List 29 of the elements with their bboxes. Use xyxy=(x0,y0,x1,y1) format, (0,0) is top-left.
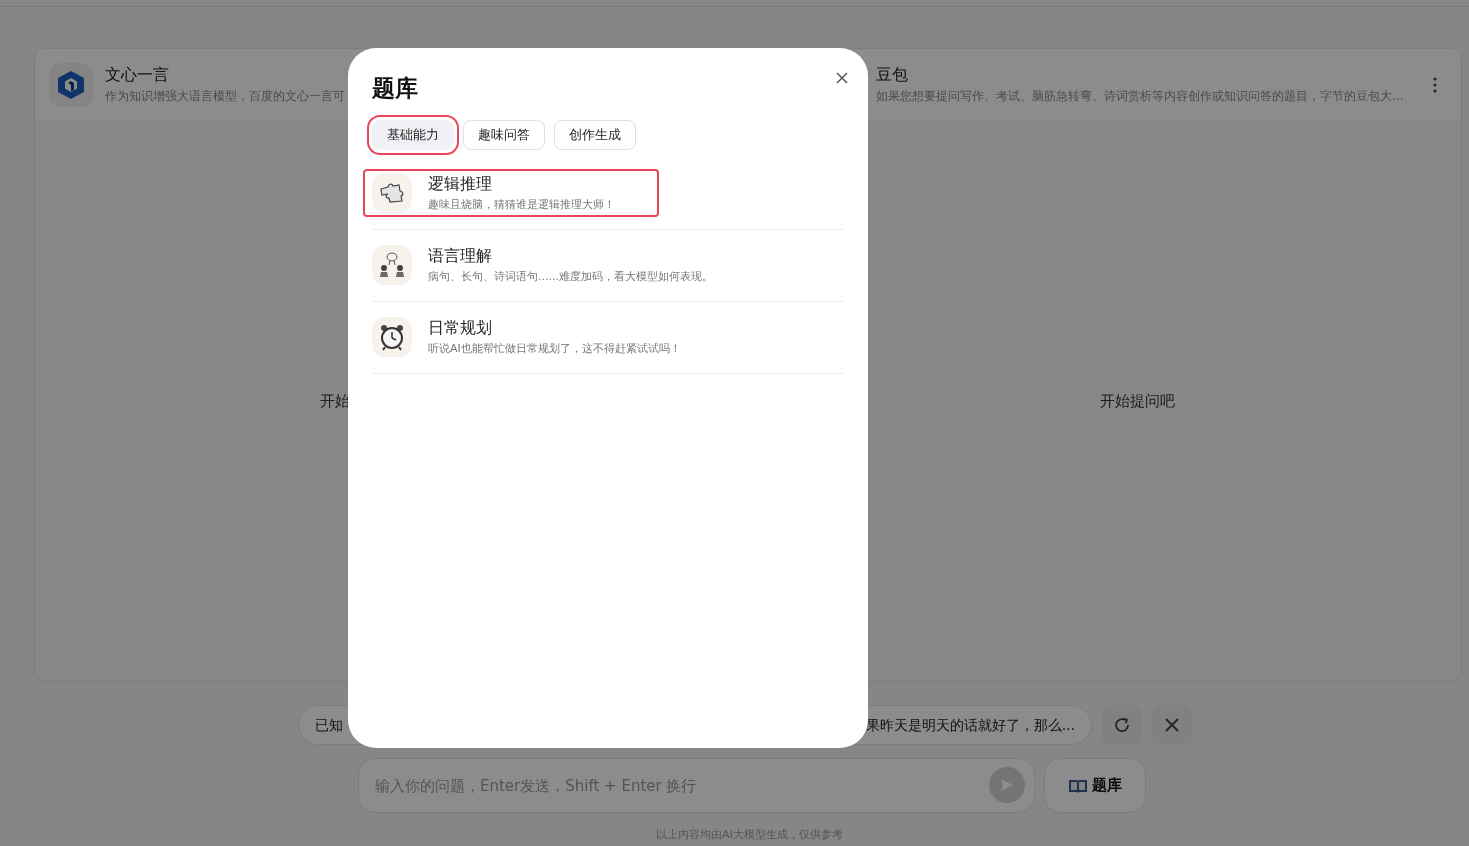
empty-state-text: 开始提问吧 xyxy=(1099,391,1175,413)
question-category-item[interactable]: 语言理解 病句、长句、诗词语句......难度加码，看大模型如何表现。 xyxy=(372,229,844,302)
category-description: 听说AI也能帮忙做日常规划了，这不得赶紧试试吗！ xyxy=(428,340,681,357)
close-icon xyxy=(1164,717,1180,733)
category-description: 趣味且烧脑，猜猜谁是逻辑推理大师！ xyxy=(428,196,615,213)
question-category-item[interactable]: 逻辑推理 趣味且烧脑，猜猜谁是逻辑推理大师！ xyxy=(372,157,844,230)
question-category-item[interactable]: 日常规划 听说AI也能帮忙做日常规划了，这不得赶紧试试吗！ xyxy=(372,301,844,374)
refresh-icon xyxy=(1113,716,1131,734)
category-title: 语言理解 xyxy=(428,244,493,267)
model-description: 如果您想要提问写作、考试、脑筋急转弯、诗词赏析等内容创作或知识问答的题目，字节的豆包大... xyxy=(876,88,1404,105)
puzzle-icon xyxy=(372,173,412,213)
category-tab[interactable]: 趣味问答 xyxy=(463,119,545,150)
model-logo xyxy=(49,63,93,107)
model-name: 豆包 xyxy=(876,65,908,85)
model-name: 文心一言 xyxy=(105,65,169,85)
category-title: 日常规划 xyxy=(428,316,493,339)
people-talking-icon xyxy=(372,245,412,285)
category-tab[interactable]: 创作生成 xyxy=(554,119,636,150)
more-icon xyxy=(1433,77,1437,93)
question-bank-button[interactable]: 题库 xyxy=(1044,758,1146,813)
category-title: 逻辑推理 xyxy=(428,172,493,195)
send-icon xyxy=(999,777,1015,793)
dialog-title: 题库 xyxy=(372,74,418,103)
dismiss-button[interactable] xyxy=(1152,705,1192,745)
alarm-clock-icon xyxy=(372,317,412,357)
refresh-button[interactable] xyxy=(1102,705,1142,745)
book-icon xyxy=(1068,777,1088,794)
category-description: 病句、长句、诗词语句......难度加码，看大模型如何表现。 xyxy=(428,268,713,285)
empty-state-text: 开始 xyxy=(320,391,350,413)
